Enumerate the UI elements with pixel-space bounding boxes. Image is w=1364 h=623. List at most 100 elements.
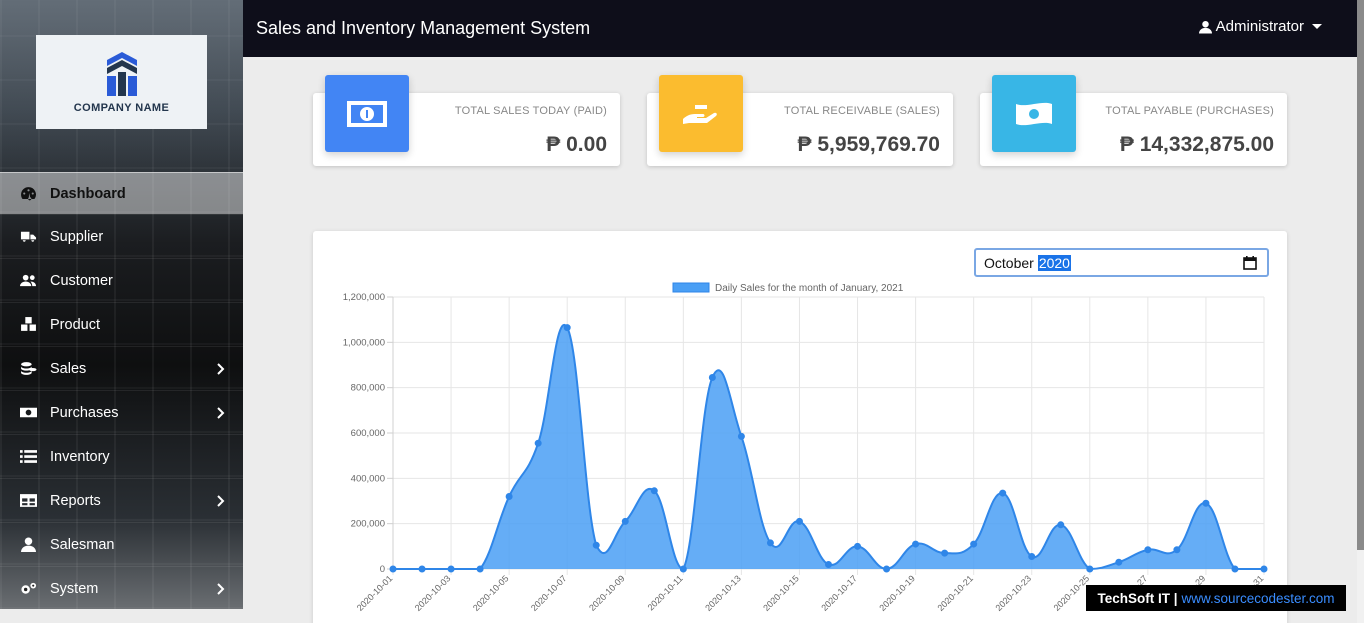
user-icon xyxy=(1198,20,1212,33)
y-tick-label: 1,200,000 xyxy=(343,292,385,303)
caret-down-icon xyxy=(1312,24,1322,29)
scrollbar-thumb[interactable] xyxy=(1357,0,1364,550)
sidebar-item-product[interactable]: Product xyxy=(0,302,243,346)
chevron-right-icon xyxy=(217,362,225,375)
watermark-url[interactable]: www.sourcecodester.com xyxy=(1181,591,1334,606)
truck-icon xyxy=(18,229,38,245)
top-navbar: Sales and Inventory Management System Ad… xyxy=(243,0,1357,57)
sidebar-nav: Dashboard Supplier Customer Product Sale… xyxy=(0,172,243,609)
sidebar-item-supplier[interactable]: Supplier xyxy=(0,214,243,258)
cogs-icon xyxy=(18,581,38,597)
y-tick-label: 1,000,000 xyxy=(343,337,385,348)
watermark: TechSoft IT | www.sourcecodester.com xyxy=(1086,585,1346,611)
legend-swatch xyxy=(672,282,710,293)
data-point xyxy=(1231,565,1239,573)
y-tick-label: 200,000 xyxy=(351,519,385,530)
data-point xyxy=(708,373,716,381)
x-tick-label: 2020-10-05 xyxy=(471,573,511,613)
x-tick-label: 2020-10-07 xyxy=(529,573,569,613)
sidebar-item-system[interactable]: System xyxy=(0,566,243,609)
data-point xyxy=(447,565,455,573)
sidebar-item-label: System xyxy=(50,580,99,597)
sidebar-item-customer[interactable]: Customer xyxy=(0,258,243,302)
card-label: TOTAL RECEIVABLE (SALES) xyxy=(784,105,940,117)
data-point xyxy=(795,517,803,525)
sidebar-item-label: Inventory xyxy=(50,448,110,465)
company-logo[interactable]: COMPANY NAME xyxy=(36,35,207,129)
sidebar-item-label: Salesman xyxy=(50,536,115,553)
sidebar-item-label: Customer xyxy=(50,272,113,289)
data-point xyxy=(1260,565,1268,573)
boxes-icon xyxy=(18,317,38,333)
page-scrollbar[interactable] xyxy=(1357,0,1364,623)
data-point xyxy=(621,517,629,525)
money-icon xyxy=(18,405,38,421)
data-point xyxy=(650,487,658,495)
data-point xyxy=(1057,521,1065,529)
sidebar-item-label: Sales xyxy=(50,360,87,377)
card-icon-box xyxy=(992,75,1076,152)
data-point xyxy=(999,489,1007,497)
building-logo-icon xyxy=(106,52,137,96)
user-name: Administrator xyxy=(1215,18,1304,35)
chevron-right-icon xyxy=(217,406,225,419)
data-point xyxy=(418,565,426,573)
user-tie-icon xyxy=(18,537,38,553)
data-point xyxy=(389,565,397,573)
sidebar-item-reports[interactable]: Reports xyxy=(0,478,243,522)
sidebar-item-label: Product xyxy=(50,316,100,333)
dashboard-icon xyxy=(18,186,38,202)
card-icon-box xyxy=(325,75,409,152)
x-tick-label: 2020-10-03 xyxy=(413,573,453,613)
card-label: TOTAL SALES TODAY (PAID) xyxy=(454,105,607,117)
table-icon xyxy=(18,493,38,509)
card-icon-box xyxy=(659,75,743,152)
x-tick-label: 2020-10-09 xyxy=(587,573,627,613)
card-total-sales-today: TOTAL SALES TODAY (PAID) ₱ 0.00 xyxy=(313,75,620,166)
data-point xyxy=(766,539,774,547)
chevron-right-icon xyxy=(217,494,225,507)
money-bill-wave-icon xyxy=(1016,102,1052,125)
sidebar-item-sales[interactable]: Sales xyxy=(0,346,243,390)
sidebar-item-label: Reports xyxy=(50,492,101,509)
sidebar-item-salesman[interactable]: Salesman xyxy=(0,522,243,566)
card-value: ₱ 0.00 xyxy=(546,133,607,156)
data-point xyxy=(476,565,484,573)
money-bill-icon xyxy=(347,100,387,127)
chevron-right-icon xyxy=(217,582,225,595)
card-label: TOTAL PAYABLE (PURCHASES) xyxy=(1105,105,1274,117)
calendar-icon[interactable] xyxy=(1243,256,1257,270)
sidebar-item-label: Purchases xyxy=(50,404,119,421)
x-tick-label: 2020-10-19 xyxy=(877,573,917,613)
data-point xyxy=(825,560,832,568)
data-point xyxy=(912,540,920,548)
x-tick-label: 2020-10-23 xyxy=(994,573,1034,613)
sidebar-item-inventory[interactable]: Inventory xyxy=(0,434,243,478)
month-picker-year: 2020 xyxy=(1037,254,1071,271)
data-point xyxy=(883,565,891,573)
data-point xyxy=(1173,546,1181,554)
x-tick-label: 2020-10-17 xyxy=(819,573,859,613)
sidebar-item-dashboard[interactable]: Dashboard xyxy=(0,172,243,214)
x-tick-label: 2020-10-15 xyxy=(761,573,801,613)
data-point xyxy=(563,324,571,332)
data-point xyxy=(854,542,862,550)
data-point xyxy=(737,432,745,440)
legend-label: Daily Sales for the month of January, 20… xyxy=(715,283,904,294)
card-total-payable: TOTAL PAYABLE (PURCHASES) ₱ 14,332,875.0… xyxy=(980,75,1287,166)
card-value: ₱ 14,332,875.00 xyxy=(1119,133,1274,156)
data-point xyxy=(1202,499,1210,507)
x-tick-label: 2020-10-13 xyxy=(703,573,743,613)
sidebar-item-purchases[interactable]: Purchases xyxy=(0,390,243,434)
users-icon xyxy=(18,273,38,289)
hand-holding-icon xyxy=(683,104,717,124)
x-tick-label: 2020-10-11 xyxy=(646,573,685,612)
month-picker-month: October xyxy=(984,254,1034,271)
sidebar-item-label: Supplier xyxy=(50,228,104,245)
list-icon xyxy=(18,449,38,465)
data-point xyxy=(1115,558,1123,566)
data-point xyxy=(592,541,600,549)
user-dropdown[interactable]: Administrator xyxy=(1198,18,1322,35)
x-tick-label: 2020-10-21 xyxy=(935,573,975,613)
sidebar: COMPANY NAME Dashboard Supplier Customer… xyxy=(0,0,243,609)
